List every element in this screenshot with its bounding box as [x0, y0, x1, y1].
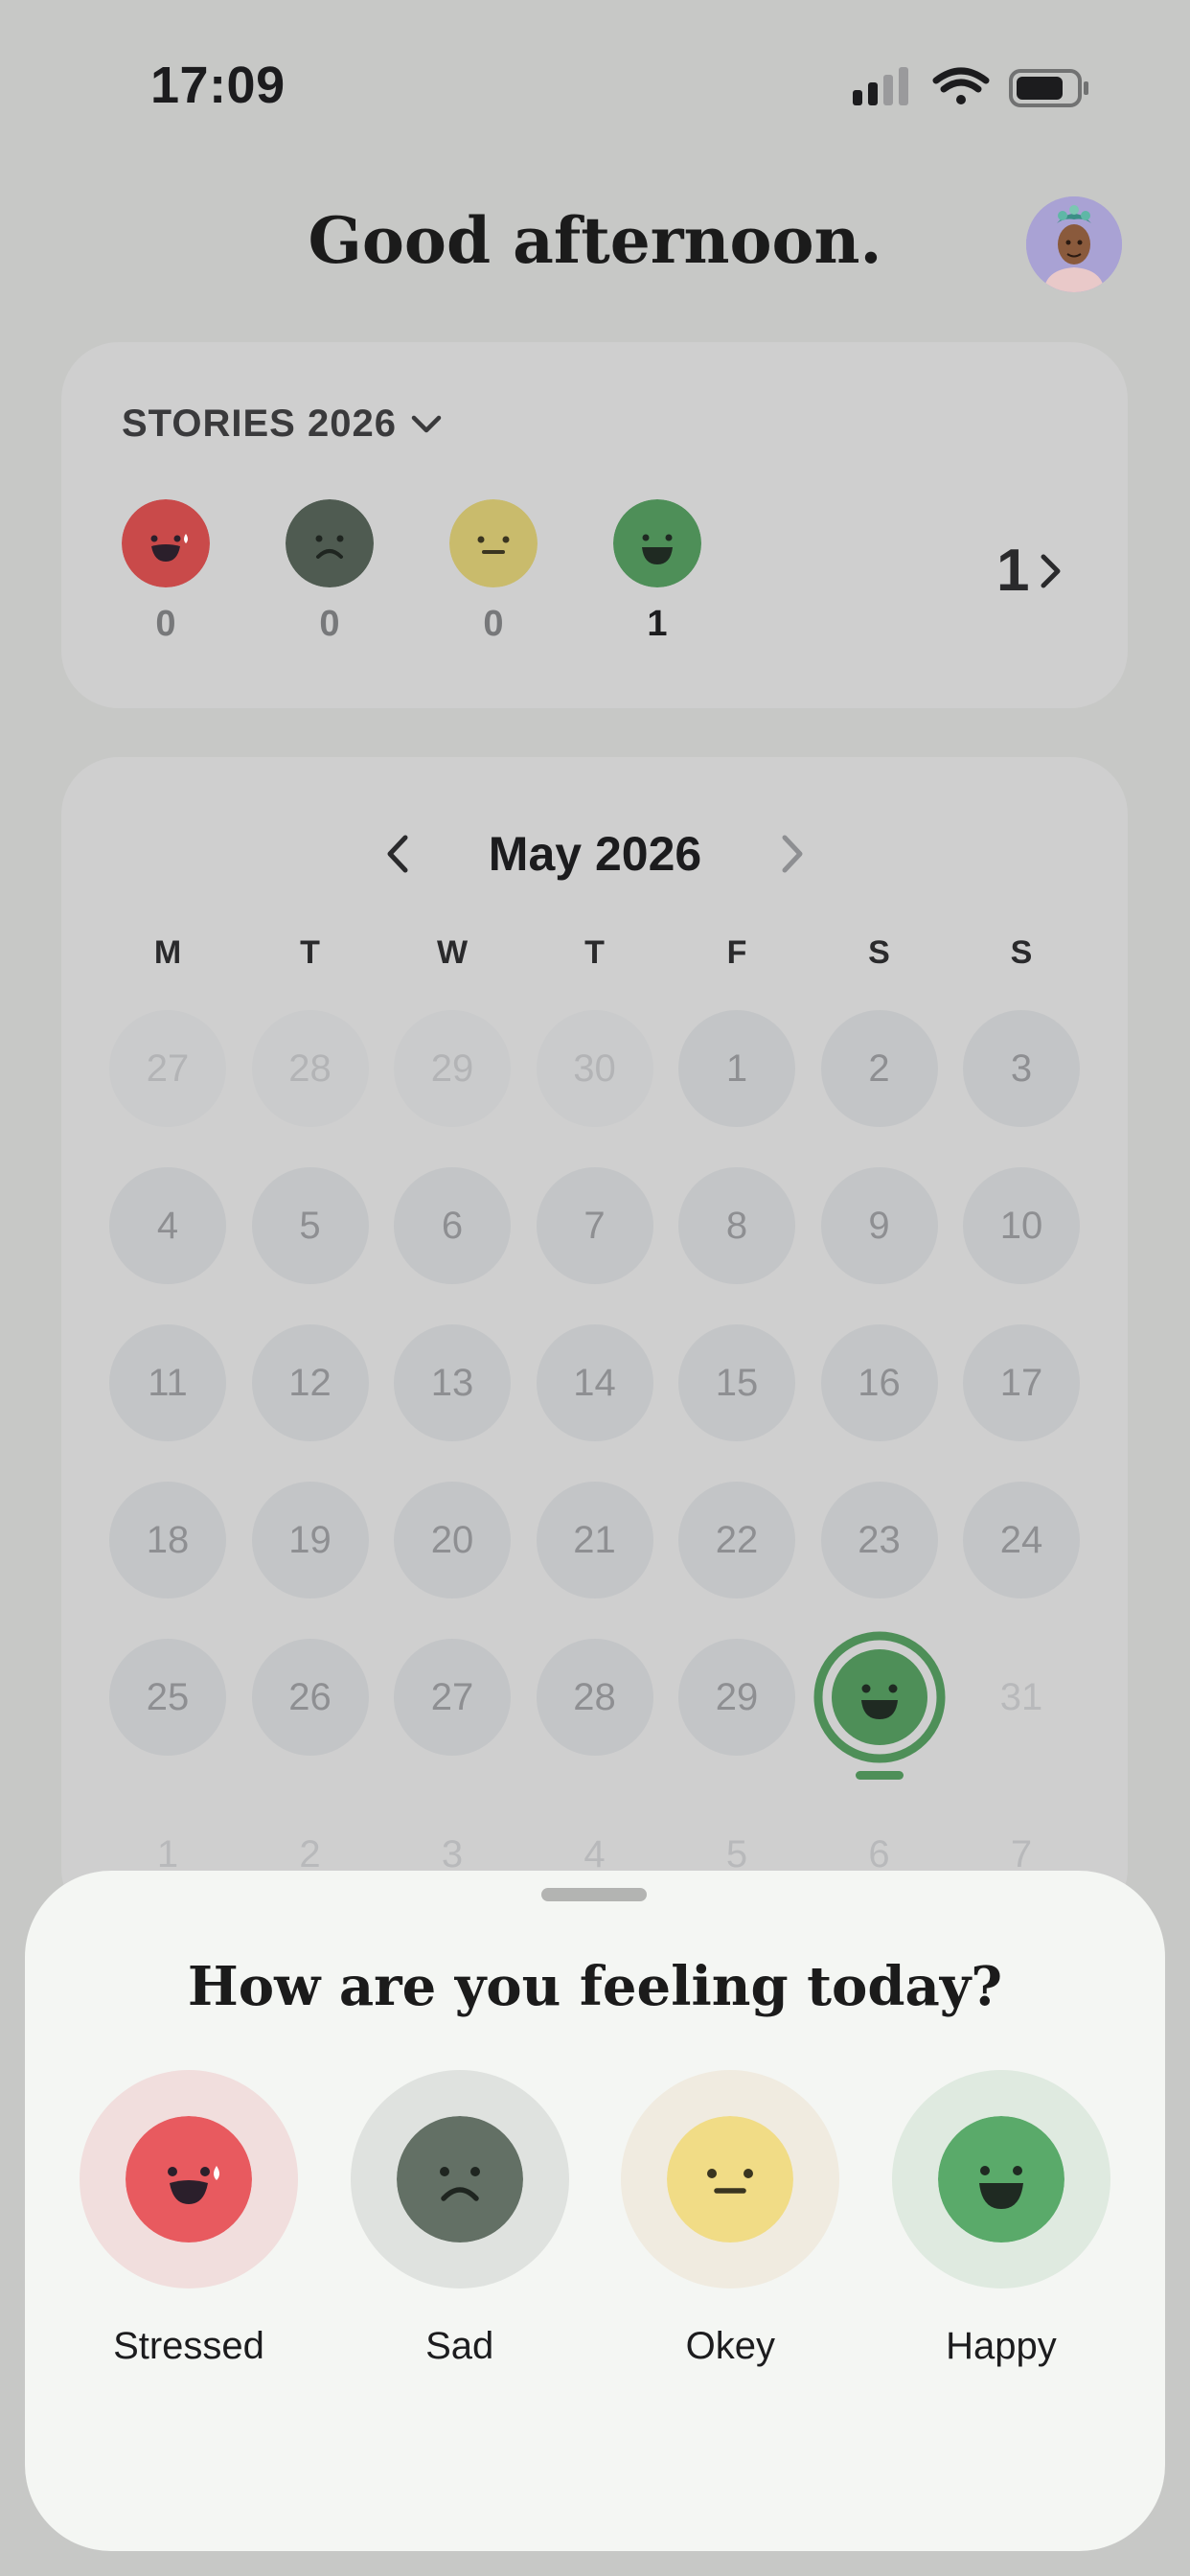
- mood-option-okey[interactable]: Okey: [621, 2070, 840, 2368]
- status-icons: [853, 67, 1088, 107]
- calendar-day[interactable]: 23: [820, 1482, 938, 1598]
- calendar-day[interactable]: 17: [963, 1324, 1080, 1441]
- calendar-nav: May 2026: [0, 826, 1190, 882]
- wifi-icon: [932, 67, 990, 104]
- calendar-grid: 27 28 29 30 1 2 3 4 5 6 7 8 9 10 11 12 1…: [109, 1010, 1081, 1913]
- calendar-day[interactable]: 14: [536, 1324, 653, 1441]
- happy-face-icon: [937, 2116, 1064, 2242]
- stories-total: 1: [996, 538, 1030, 604]
- stories-title: STORIES 2026: [122, 402, 397, 445]
- weekday-label: T: [300, 934, 320, 971]
- mood-option-sad[interactable]: Sad: [350, 2070, 569, 2368]
- calendar-day[interactable]: 28: [536, 1639, 653, 1756]
- calendar-day[interactable]: 5: [251, 1167, 369, 1284]
- avatar-icon: [1026, 196, 1122, 292]
- calendar-day[interactable]: 13: [394, 1324, 511, 1441]
- chevron-left-icon[interactable]: [383, 832, 412, 876]
- calendar-day[interactable]: 18: [109, 1482, 226, 1598]
- stories-card[interactable]: [61, 342, 1128, 708]
- mood-label: Happy: [946, 2325, 1057, 2367]
- calendar-month: May 2026: [488, 827, 702, 881]
- mood-label: Stressed: [113, 2325, 264, 2367]
- calendar-day[interactable]: 7: [536, 1167, 653, 1284]
- calendar-day[interactable]: 24: [963, 1482, 1080, 1598]
- calendar-day[interactable]: 20: [394, 1482, 511, 1598]
- calendar-day[interactable]: 9: [820, 1167, 938, 1284]
- calendar-day[interactable]: 31: [963, 1639, 1080, 1756]
- weekday-label: T: [584, 934, 605, 971]
- calendar-day[interactable]: 27: [394, 1639, 511, 1756]
- stressed-face-icon: [126, 2116, 252, 2242]
- calendar-day[interactable]: 2: [820, 1010, 938, 1127]
- calendar-day[interactable]: 6: [394, 1167, 511, 1284]
- mood-label: Okey: [685, 2325, 775, 2367]
- mood-option-happy[interactable]: Happy: [891, 2070, 1110, 2368]
- mood-halo: [621, 2070, 840, 2288]
- calendar-day[interactable]: 25: [109, 1639, 226, 1756]
- calendar-day[interactable]: 22: [678, 1482, 795, 1598]
- calendar-day[interactable]: 30: [536, 1010, 653, 1127]
- stories-total-link[interactable]: 1: [996, 537, 1064, 605]
- okey-count: 0: [483, 604, 504, 644]
- stressed-face-icon: [122, 499, 210, 587]
- happy-count: 1: [647, 604, 668, 644]
- sad-face-icon: [396, 2116, 523, 2242]
- calendar-day[interactable]: 29: [678, 1639, 795, 1756]
- weekday-label: W: [436, 934, 469, 971]
- calendar-day[interactable]: 1: [678, 1010, 795, 1127]
- calendar-day[interactable]: 28: [251, 1010, 369, 1127]
- stressed-count: 0: [155, 604, 176, 644]
- calendar-day[interactable]: 8: [678, 1167, 795, 1284]
- weekday-label: S: [1010, 934, 1033, 971]
- chevron-right-icon[interactable]: [778, 832, 807, 876]
- calendar-day-today[interactable]: [813, 1631, 945, 1780]
- happy-face-icon: [813, 1631, 945, 1780]
- sad-face-icon: [286, 499, 374, 587]
- status-time: 17:09: [150, 57, 286, 114]
- calendar-day[interactable]: 11: [109, 1324, 226, 1441]
- greeting-title: Good afternoon.: [308, 203, 882, 278]
- mood-halo: [891, 2070, 1110, 2288]
- cellular-signal-icon: [853, 67, 908, 105]
- battery-icon: [1009, 69, 1088, 107]
- weekday-label: S: [868, 934, 890, 971]
- calendar-day[interactable]: 26: [251, 1639, 369, 1756]
- chevron-right-icon: [1041, 554, 1061, 587]
- weekday-label: M: [153, 934, 182, 971]
- calendar-day[interactable]: 29: [394, 1010, 511, 1127]
- profile-avatar[interactable]: [1026, 196, 1122, 292]
- mood-option-stressed[interactable]: Stressed: [80, 2070, 298, 2368]
- calendar-day[interactable]: 12: [251, 1324, 369, 1441]
- happy-face-icon: [613, 499, 701, 587]
- calendar-day[interactable]: 21: [536, 1482, 653, 1598]
- calendar-day[interactable]: 4: [109, 1167, 226, 1284]
- mood-label: Sad: [425, 2325, 494, 2367]
- calendar-weekdays: M T W T F S S: [109, 934, 1081, 972]
- calendar-day[interactable]: 19: [251, 1482, 369, 1598]
- mood-halo: [350, 2070, 569, 2288]
- calendar-day[interactable]: 10: [963, 1167, 1080, 1284]
- calendar-day[interactable]: 16: [820, 1324, 938, 1441]
- weekday-label: F: [726, 934, 747, 971]
- okey-face-icon: [667, 2116, 794, 2242]
- mood-halo: [80, 2070, 298, 2288]
- sad-count: 0: [319, 604, 340, 644]
- okey-face-icon: [449, 499, 538, 587]
- calendar-day[interactable]: 3: [963, 1010, 1080, 1127]
- calendar-day[interactable]: 15: [678, 1324, 795, 1441]
- sheet-question: How are you feeling today?: [187, 1955, 1003, 2018]
- chevron-down-icon: [411, 415, 442, 432]
- stories-year-selector[interactable]: STORIES 2026: [122, 402, 443, 446]
- sheet-drag-handle[interactable]: [541, 1888, 647, 1901]
- calendar-day[interactable]: 27: [109, 1010, 226, 1127]
- mood-options: Stressed Sad Okey Happy: [80, 2070, 1110, 2368]
